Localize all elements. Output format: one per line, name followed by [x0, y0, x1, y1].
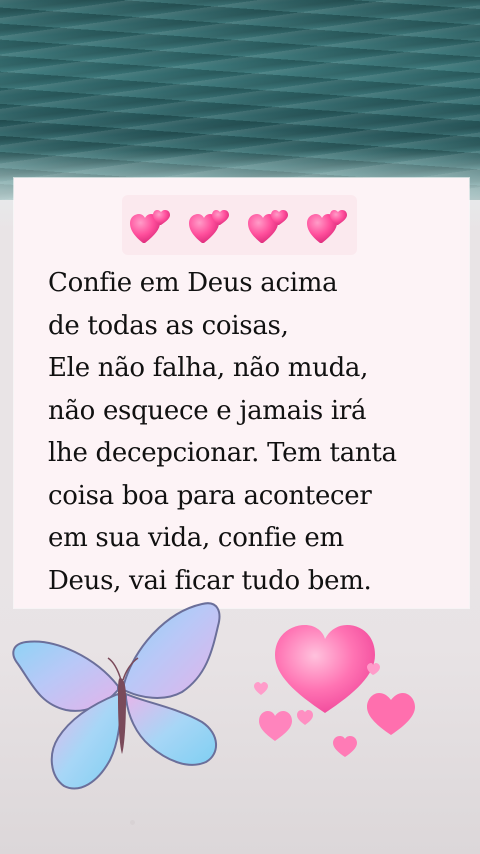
- pink-hearts-icon: [254, 625, 415, 757]
- message-text: Confie em Deus acima de todas as coisas,…: [48, 268, 397, 596]
- hearts-strip: [122, 195, 357, 255]
- sparkle: [130, 820, 135, 825]
- two-hearts-icon: [130, 210, 171, 243]
- two-hearts-icon: [247, 210, 288, 243]
- two-hearts-icon: [189, 210, 230, 243]
- butterfly-icon: [12, 602, 221, 790]
- two-hearts-icon: [306, 210, 347, 243]
